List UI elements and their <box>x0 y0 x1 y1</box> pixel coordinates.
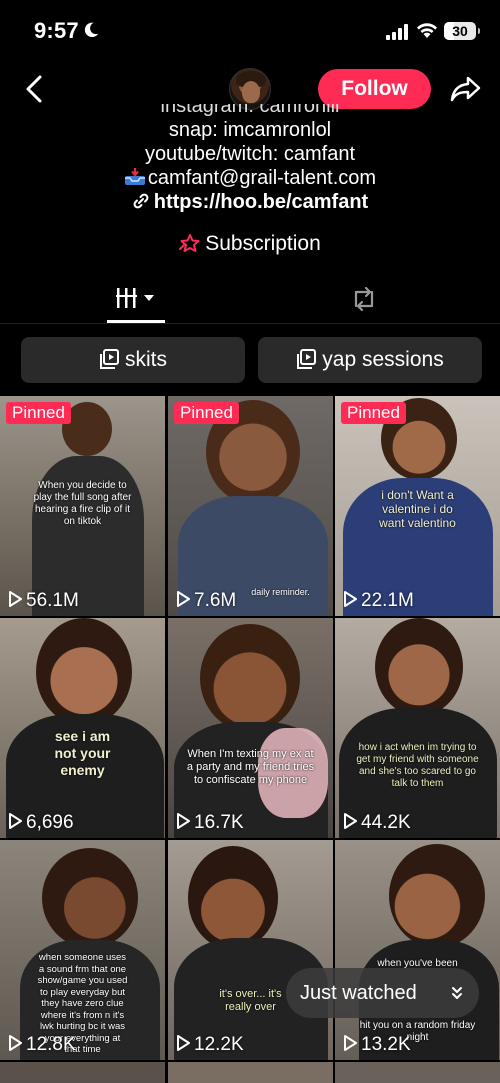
pinned-badge: Pinned <box>341 402 406 424</box>
bio-snap: snap: imcamronlol <box>168 119 332 141</box>
bio-youtube: youtube/twitch: camfant <box>144 143 356 165</box>
play-icon <box>177 1035 190 1051</box>
subscription-label: Subscription <box>205 232 321 255</box>
play-icon <box>344 1035 357 1051</box>
video-thumbnail[interactable]: Pinned daily reminder. 7.6M <box>168 396 333 616</box>
subscription-button[interactable]: Subscription <box>0 232 500 256</box>
video-thumbnail[interactable]: how i act when im trying to get my frien… <box>335 618 500 838</box>
just-watched-label: Just watched <box>300 982 417 1004</box>
video-caption: When you decide to play the full song af… <box>33 480 132 527</box>
playlist-icon <box>100 349 119 369</box>
bio-link-row[interactable]: https://hoo.be/camfant <box>0 190 500 214</box>
playlist-label: skits <box>125 348 167 371</box>
video-thumbnail[interactable] <box>335 1062 500 1083</box>
play-icon <box>9 591 22 607</box>
video-caption: see i am not your enemy <box>54 728 111 778</box>
bio-line-clipped: instagram: camronlll <box>160 104 340 117</box>
bio-email[interactable]: camfant@grail-talent.com <box>148 167 376 189</box>
repost-icon <box>354 286 374 312</box>
link-icon <box>133 193 149 209</box>
play-icon <box>177 813 190 829</box>
playlist-skits[interactable]: skits <box>21 337 245 383</box>
video-thumbnail[interactable]: see i am not your enemy 6,696 <box>0 618 165 838</box>
just-watched-button[interactable]: Just watched <box>286 968 479 1018</box>
view-count: 12.8K <box>8 1034 76 1056</box>
subscription-icon <box>179 234 200 252</box>
pinned-badge: Pinned <box>6 402 71 424</box>
view-count: 7.6M <box>176 590 236 612</box>
video-thumbnail[interactable] <box>168 1062 333 1083</box>
status-bar: 9:57 30 <box>0 0 500 62</box>
play-icon <box>9 1035 22 1051</box>
video-thumbnail[interactable] <box>0 1062 165 1083</box>
wifi-icon <box>417 23 437 38</box>
video-thumbnail[interactable]: Pinned When you decide to play the full … <box>0 396 165 616</box>
bio-link[interactable]: https://hoo.be/camfant <box>154 191 368 213</box>
view-count: 12.2K <box>176 1034 244 1056</box>
back-arrow-icon[interactable] <box>20 72 50 106</box>
view-count: 22.1M <box>343 590 414 612</box>
moon-icon <box>84 22 99 38</box>
grid-filter-icon <box>116 288 154 308</box>
video-caption: When I'm texting my ex at a party and my… <box>186 748 315 786</box>
view-count: 56.1M <box>8 590 79 612</box>
video-thumbnail[interactable]: Pinned i don't Want a valentine i do wan… <box>335 396 500 616</box>
inbox-tray-icon <box>124 168 145 185</box>
video-caption: i don't Want a valentine i do want valen… <box>379 488 456 530</box>
share-icon[interactable] <box>450 74 482 104</box>
view-count: 44.2K <box>343 812 411 834</box>
tab-videos[interactable] <box>10 276 260 324</box>
play-icon <box>177 591 190 607</box>
video-thumbnail[interactable]: when you've been hit you on a random fri… <box>335 840 500 1060</box>
playlist-icon <box>297 349 317 369</box>
playlist-yap-sessions[interactable]: yap sessions <box>258 337 482 383</box>
view-count: 16.7K <box>176 812 244 834</box>
view-count: 6,696 <box>8 812 74 834</box>
bio-email-row: camfant@grail-talent.com <box>0 166 500 190</box>
active-tab-indicator <box>107 320 165 323</box>
video-caption: how i act when im trying to get my frien… <box>356 742 479 789</box>
profile-tabs <box>0 276 500 324</box>
video-thumbnail[interactable]: it's over... it's really over 12.2K <box>168 840 333 1060</box>
play-icon <box>344 591 357 607</box>
status-time: 9:57 <box>34 18 79 43</box>
video-thumbnail[interactable]: When I'm texting my ex at a party and my… <box>168 618 333 838</box>
playlist-label: yap sessions <box>322 348 444 371</box>
follow-button[interactable]: Follow <box>318 69 431 109</box>
play-icon <box>344 813 357 829</box>
double-chevron-down-icon <box>452 987 462 999</box>
play-icon <box>9 813 22 829</box>
tab-reposts[interactable] <box>240 276 490 324</box>
cellular-signal-icon <box>386 24 408 40</box>
profile-bio: instagram: camronlll snap: imcamronlol y… <box>0 104 500 214</box>
view-count: 13.2K <box>343 1034 411 1056</box>
battery-indicator: 30 <box>444 22 480 40</box>
pinned-badge: Pinned <box>174 402 239 424</box>
video-thumbnail[interactable]: when someone uses a sound frm that one s… <box>0 840 165 1060</box>
